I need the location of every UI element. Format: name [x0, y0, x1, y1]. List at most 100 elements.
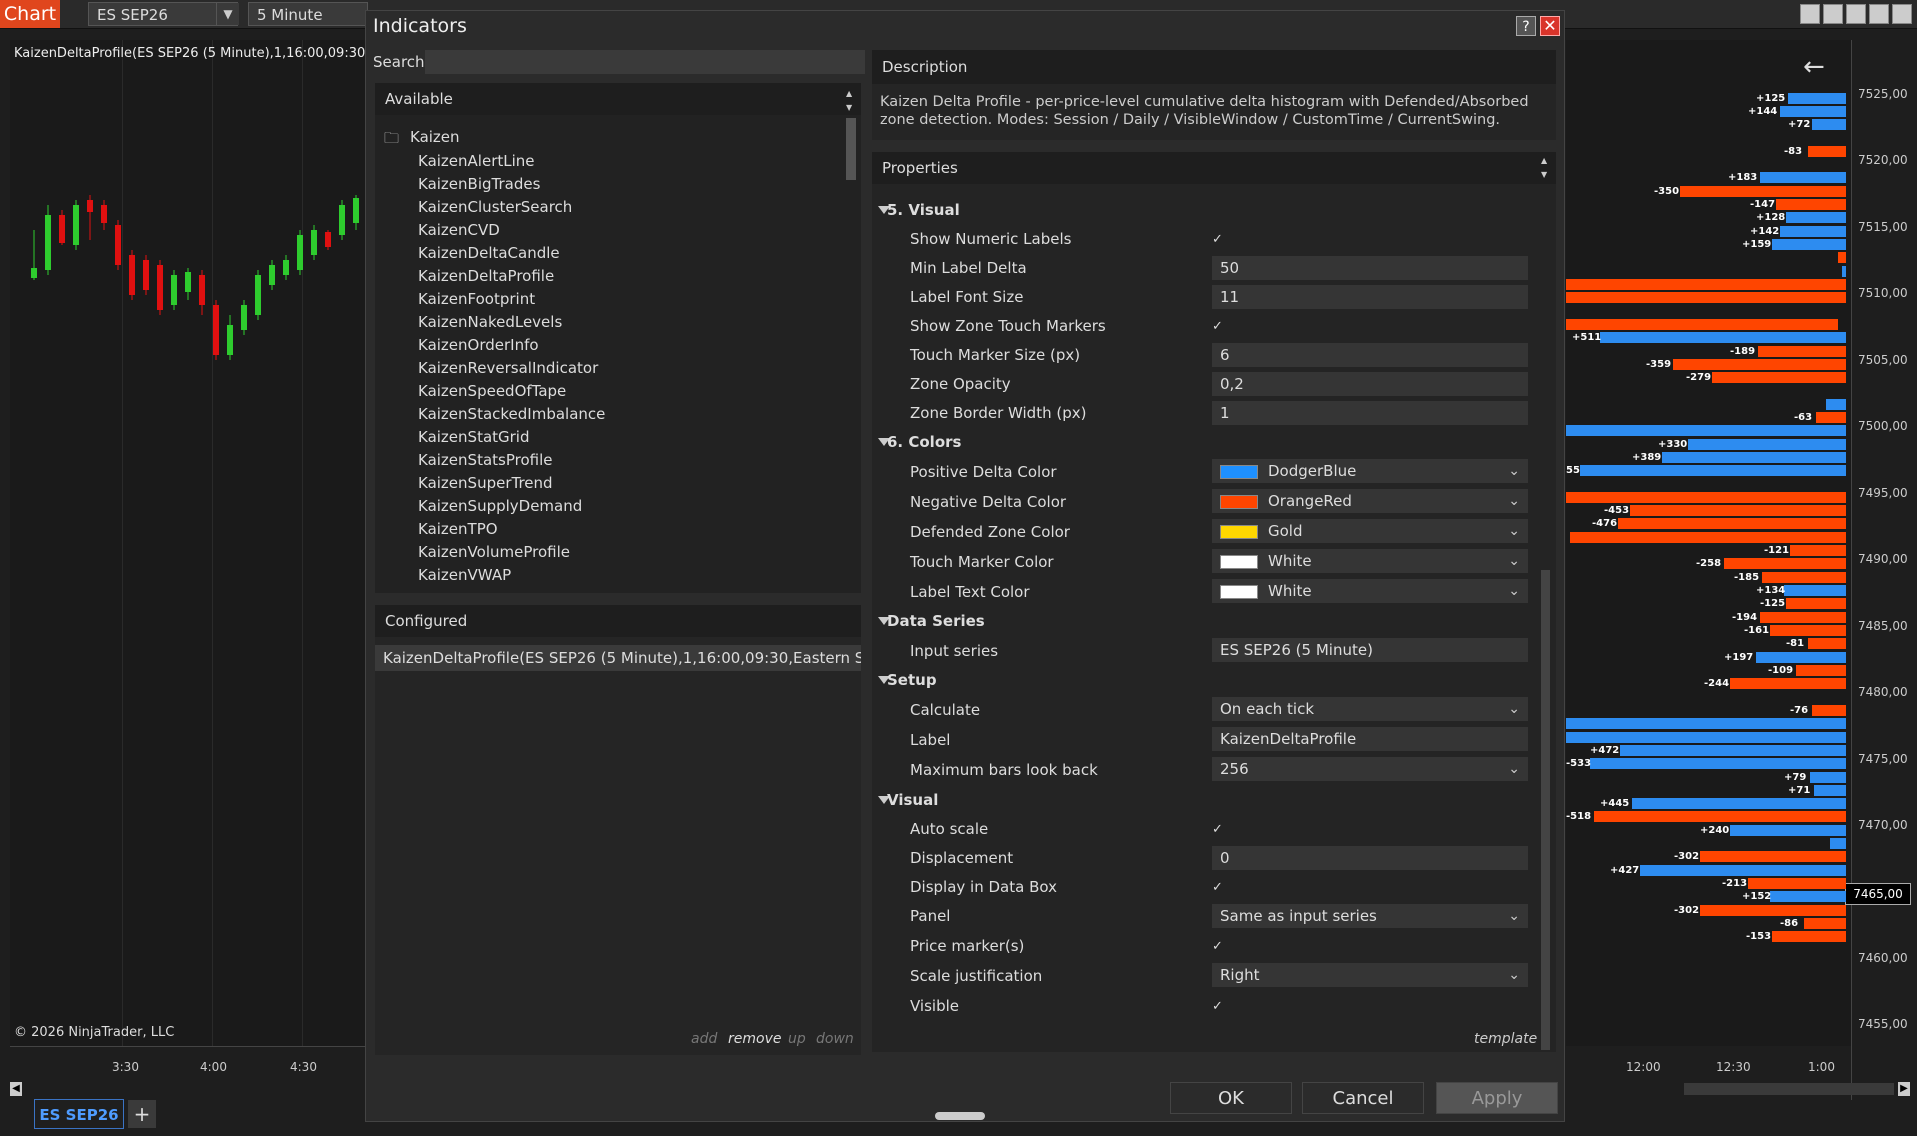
price-markers-checkbox[interactable]: ✓ [1212, 940, 1226, 954]
show-numeric-labels-checkbox[interactable]: ✓ [1212, 233, 1226, 247]
touch-color-select[interactable]: White ⌄ [1212, 549, 1528, 573]
help-button[interactable]: ? [1516, 16, 1536, 36]
available-item[interactable]: KaizenStatsProfile [418, 451, 552, 469]
back-arrow-icon[interactable]: ← [1803, 52, 1825, 82]
touch-marker-size-input[interactable]: 6 [1212, 343, 1528, 367]
delta-bar-positive [1756, 652, 1846, 663]
scroll-left-icon[interactable]: ◀ [10, 1082, 22, 1096]
category-visual[interactable]: Visual [887, 791, 938, 809]
prop-label: Label [910, 731, 951, 749]
available-item[interactable]: KaizenAlertLine [418, 152, 535, 170]
category-data-series[interactable]: Data Series [887, 612, 985, 630]
auto-scale-checkbox[interactable]: ✓ [1212, 823, 1226, 837]
available-item[interactable]: KaizenDeltaProfile [418, 267, 554, 285]
display-data-box-checkbox[interactable]: ✓ [1212, 881, 1226, 895]
calculate-select[interactable]: On each tick ⌄ [1212, 697, 1528, 721]
available-item[interactable]: KaizenVolumeProfile [418, 543, 570, 561]
properties-scrollbar[interactable] [1541, 570, 1550, 1050]
delta-bar-negative [1808, 638, 1846, 649]
category-visual5[interactable]: 5. Visual [887, 201, 960, 219]
price-label: 7520,00 [1858, 153, 1908, 167]
horizontal-scrollbar[interactable] [1684, 1083, 1894, 1095]
chevron-down-icon: ⌄ [1508, 761, 1520, 777]
down-link[interactable]: down [816, 1031, 854, 1047]
category-setup[interactable]: Setup [887, 671, 937, 689]
delta-label: +128 [1756, 212, 1786, 223]
interval-selector[interactable]: 5 Minute [248, 2, 368, 26]
available-item[interactable]: KaizenDeltaCandle [418, 244, 560, 262]
minimize-icon[interactable] [1800, 4, 1820, 24]
available-item[interactable]: KaizenCVD [418, 221, 500, 239]
delta-label: +152 [1742, 891, 1772, 902]
close-window-icon[interactable] [1892, 4, 1912, 24]
delta-bar-positive [1842, 266, 1846, 277]
delta-bar-negative [1566, 279, 1846, 290]
show-zone-touch-checkbox[interactable]: ✓ [1212, 320, 1226, 334]
delta-bar-positive [1566, 425, 1846, 436]
available-item[interactable]: KaizenStackedImbalance [418, 405, 605, 423]
search-input[interactable] [425, 50, 865, 74]
available-item[interactable]: KaizenClusterSearch [418, 198, 572, 216]
template-link[interactable]: template [1474, 1031, 1537, 1047]
panel-select[interactable]: Same as input series ⌄ [1212, 904, 1528, 928]
folder-kaizen[interactable]: Kaizen [410, 128, 460, 146]
available-scrollbar[interactable] [846, 118, 856, 180]
displacement-input[interactable]: 0 [1212, 846, 1528, 870]
properties-sort-icon[interactable]: ▲ ▼ [1541, 154, 1553, 182]
maximize-icon[interactable] [1846, 4, 1866, 24]
prop-label: Touch Marker Size (px) [910, 346, 1081, 364]
delta-bar-positive [1784, 585, 1846, 596]
available-item[interactable]: KaizenTPO [418, 520, 498, 538]
delta-bar-positive [1826, 399, 1846, 410]
available-item[interactable]: KaizenVWAP [418, 566, 511, 584]
price-axis[interactable] [1851, 40, 1917, 1100]
up-link[interactable]: up [788, 1031, 806, 1047]
chart-tab-es[interactable]: ES SEP26 [34, 1099, 124, 1129]
negative-color-select[interactable]: OrangeRed ⌄ [1212, 489, 1528, 513]
scroll-right-icon[interactable]: ▶ [1898, 1082, 1910, 1096]
apply-button[interactable]: Apply [1436, 1082, 1558, 1114]
delta-label: +72 [1788, 119, 1811, 130]
available-item[interactable]: KaizenOrderInfo [418, 336, 539, 354]
available-item[interactable]: KaizenSpeedOfTape [418, 382, 566, 400]
label-text-color-select[interactable]: White ⌄ [1212, 579, 1528, 603]
delta-bar-negative [1566, 319, 1838, 330]
available-item[interactable]: KaizenReversalIndicator [418, 359, 598, 377]
visible-checkbox[interactable]: ✓ [1212, 1000, 1226, 1014]
configured-list[interactable] [375, 605, 861, 1055]
defended-color-select[interactable]: Gold ⌄ [1212, 519, 1528, 543]
zone-border-width-input[interactable]: 1 [1212, 401, 1528, 425]
prop-label: Label Text Color [910, 583, 1030, 601]
add-link[interactable]: add [691, 1031, 717, 1047]
input-series-field[interactable]: ES SEP26 (5 Minute) [1212, 638, 1528, 662]
available-item[interactable]: KaizenSupplyDemand [418, 497, 582, 515]
remove-link[interactable]: remove [728, 1031, 781, 1047]
available-item[interactable]: KaizenStatGrid [418, 428, 530, 446]
instrument-dropdown-icon[interactable]: ▼ [216, 3, 239, 25]
resize-grip-icon[interactable] [935, 1112, 985, 1120]
label-input[interactable]: KaizenDeltaProfile [1212, 727, 1528, 751]
ok-button[interactable]: OK [1170, 1082, 1292, 1114]
scale-justification-select[interactable]: Right ⌄ [1212, 963, 1528, 987]
min-label-delta-input[interactable]: 50 [1212, 256, 1528, 280]
add-tab-button[interactable]: + [128, 1100, 156, 1128]
available-item[interactable]: KaizenNakedLevels [418, 313, 562, 331]
available-item[interactable]: KaizenSuperTrend [418, 474, 553, 492]
positive-color-select[interactable]: DodgerBlue ⌄ [1212, 459, 1528, 483]
configured-item[interactable]: KaizenDeltaProfile(ES SEP26 (5 Minute),1… [375, 645, 861, 671]
restore-icon[interactable] [1823, 4, 1843, 24]
available-item[interactable]: KaizenBigTrades [418, 175, 540, 193]
pin-icon[interactable] [1869, 4, 1889, 24]
zone-opacity-input[interactable]: 0,2 [1212, 372, 1528, 396]
cancel-button[interactable]: Cancel [1302, 1082, 1424, 1114]
prop-label: Displacement [910, 849, 1014, 867]
label-font-size-input[interactable]: 11 [1212, 285, 1528, 309]
max-bars-select[interactable]: 256 ⌄ [1212, 757, 1528, 781]
available-sort-icon[interactable]: ▲ ▼ [846, 87, 858, 115]
category-colors[interactable]: 6. Colors [887, 433, 961, 451]
close-dialog-button[interactable]: ✕ [1540, 16, 1560, 36]
chart-tab[interactable]: Chart [0, 0, 60, 28]
available-item[interactable]: KaizenFootprint [418, 290, 535, 308]
select-value: On each tick [1220, 700, 1315, 718]
delta-bar-negative [1808, 146, 1846, 157]
